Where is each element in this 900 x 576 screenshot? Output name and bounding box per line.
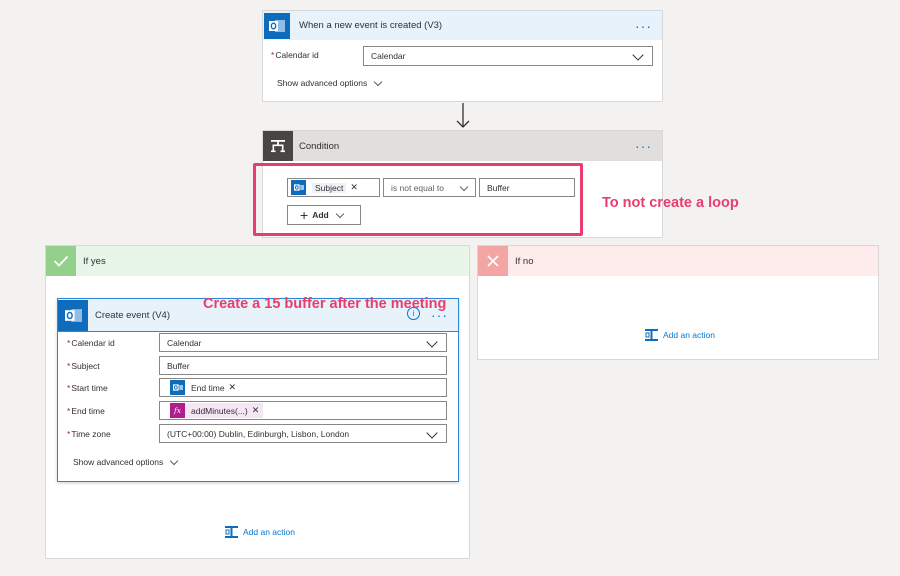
subject-label: *Subject xyxy=(67,361,100,371)
calendar-id-label: *Calendar id xyxy=(271,50,319,60)
end-time-input[interactable]: fx addMinutes(...) ✕ xyxy=(159,401,447,420)
trigger-header[interactable]: When a new event is created (V3) ··· xyxy=(263,11,662,40)
create-event-advanced-options[interactable]: Show advanced options xyxy=(73,456,179,467)
start-time-input[interactable]: End time ✕ xyxy=(159,378,447,397)
operator-value: is not equal to xyxy=(391,182,444,193)
add-action-icon xyxy=(645,329,658,341)
create-event-title: Create event (V4) xyxy=(95,309,170,321)
chevron-down-icon xyxy=(170,456,179,465)
end-time-token-label: End time xyxy=(191,382,225,393)
trigger-advanced-options[interactable]: Show advanced options xyxy=(277,77,383,88)
subject-token-label: Subject xyxy=(312,182,347,193)
remove-token-icon[interactable]: ✕ xyxy=(229,382,237,393)
condition-left-operand[interactable]: Subject ✕ xyxy=(287,178,380,197)
chevron-down-icon xyxy=(632,49,644,61)
trigger-card[interactable]: When a new event is created (V3) ··· *Ca… xyxy=(262,10,663,102)
outlook-icon xyxy=(291,180,306,195)
connector-arrow xyxy=(456,103,470,128)
ellipsis-icon[interactable]: ··· xyxy=(635,139,652,153)
if-yes-header[interactable]: If yes xyxy=(46,246,469,276)
chevron-down-icon xyxy=(426,335,438,348)
x-icon xyxy=(478,246,508,276)
add-label: Add xyxy=(312,210,329,220)
add-minutes-token-label: addMinutes(...) xyxy=(191,405,248,416)
trigger-calendar-value: Calendar xyxy=(371,51,406,61)
buffer-annotation: Create a 15 buffer after the meeting xyxy=(203,296,447,312)
condition-add-button[interactable]: + Add xyxy=(287,205,361,225)
if-yes-add-action[interactable]: Add an action xyxy=(224,525,295,539)
calendar-id-label: *Calendar id xyxy=(67,338,115,348)
if-no-title: If no xyxy=(515,255,534,267)
if-yes-title: If yes xyxy=(83,255,106,267)
trigger-title: When a new event is created (V3) xyxy=(299,20,443,31)
chevron-down-icon xyxy=(374,77,383,86)
subject-input[interactable]: Buffer xyxy=(159,356,447,375)
condition-header[interactable]: Condition ··· xyxy=(263,131,662,161)
chevron-down-icon xyxy=(335,209,344,218)
outlook-icon xyxy=(264,12,290,39)
calendar-value: Calendar xyxy=(167,337,202,348)
time-zone-dropdown[interactable]: (UTC+00:00) Dublin, Edinburgh, Lisbon, L… xyxy=(159,424,447,443)
condition-title: Condition xyxy=(299,140,340,152)
condition-highlight xyxy=(253,163,583,236)
loop-annotation: To not create a loop xyxy=(602,195,739,211)
create-event-card[interactable]: Create event (V4) i ··· *Calendar id Cal… xyxy=(57,298,459,482)
if-no-add-action[interactable]: Add an action xyxy=(644,328,715,342)
if-no-header[interactable]: If no xyxy=(478,246,878,276)
ellipsis-icon[interactable]: ··· xyxy=(635,19,652,33)
condition-icon xyxy=(263,131,293,161)
fx-icon: fx xyxy=(170,403,185,418)
calendar-dropdown[interactable]: Calendar xyxy=(159,333,447,352)
remove-token-icon[interactable]: ✕ xyxy=(252,405,260,416)
end-time-label: *End time xyxy=(67,406,105,416)
subject-value: Buffer xyxy=(167,360,190,371)
outlook-icon xyxy=(58,299,88,331)
check-icon xyxy=(46,246,76,276)
time-zone-label: *Time zone xyxy=(67,429,111,439)
chevron-down-icon xyxy=(426,426,438,439)
time-zone-value: (UTC+00:00) Dublin, Edinburgh, Lisbon, L… xyxy=(167,428,350,439)
remove-token-icon[interactable]: ✕ xyxy=(350,182,358,193)
start-time-label: *Start time xyxy=(67,383,108,393)
condition-value-input[interactable]: Buffer xyxy=(479,178,575,197)
if-no-branch: If no Add an action xyxy=(477,245,879,360)
condition-operator-dropdown[interactable]: is not equal to xyxy=(383,178,476,197)
plus-icon: + xyxy=(300,207,309,223)
chevron-down-icon xyxy=(459,182,469,191)
outlook-icon xyxy=(170,380,185,395)
trigger-calendar-dropdown[interactable]: Calendar xyxy=(363,46,653,66)
add-action-icon xyxy=(225,526,238,538)
condition-value: Buffer xyxy=(487,182,510,193)
